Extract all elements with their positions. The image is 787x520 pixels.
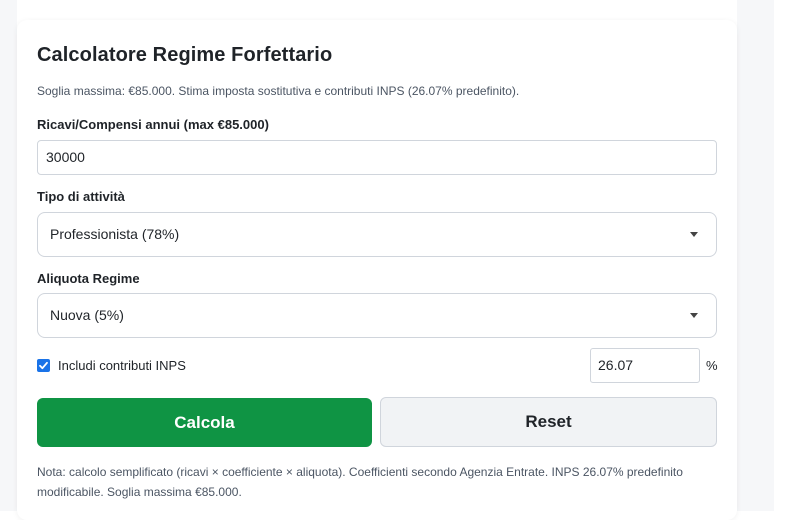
activity-select-value: Professionista (78%) xyxy=(50,226,180,242)
page-background-left xyxy=(0,0,17,511)
inps-rate-input[interactable]: 26.07 xyxy=(590,348,700,383)
page-edge xyxy=(774,0,787,511)
activity-select[interactable]: Professionista (78%) xyxy=(37,212,717,257)
chevron-down-icon xyxy=(690,232,698,237)
revenue-input[interactable]: 30000 xyxy=(37,140,717,175)
inps-checkbox-label: Includi contributi INPS xyxy=(58,358,186,373)
chevron-down-icon xyxy=(690,313,698,318)
reset-button[interactable]: Reset xyxy=(380,397,717,447)
activity-label: Tipo di attività xyxy=(37,189,125,204)
rate-label: Aliquota Regime xyxy=(37,271,140,286)
calculate-button[interactable]: Calcola xyxy=(37,398,372,447)
revenue-label: Ricavi/Compensi annui (max €85.000) xyxy=(37,117,269,132)
inps-percent-unit: % xyxy=(706,358,718,373)
calculation-note: Nota: calcolo semplificato (ricavi × coe… xyxy=(37,465,683,499)
page-background-right xyxy=(737,0,774,511)
checkmark-icon xyxy=(39,361,48,370)
rate-select-value: Nuova (5%) xyxy=(50,307,124,323)
rate-select[interactable]: Nuova (5%) xyxy=(37,293,717,338)
page-subtitle: Soglia massima: €85.000. Stima imposta s… xyxy=(37,84,520,98)
inps-checkbox[interactable] xyxy=(37,359,50,372)
page-title: Calcolatore Regime Forfettario xyxy=(37,44,333,66)
